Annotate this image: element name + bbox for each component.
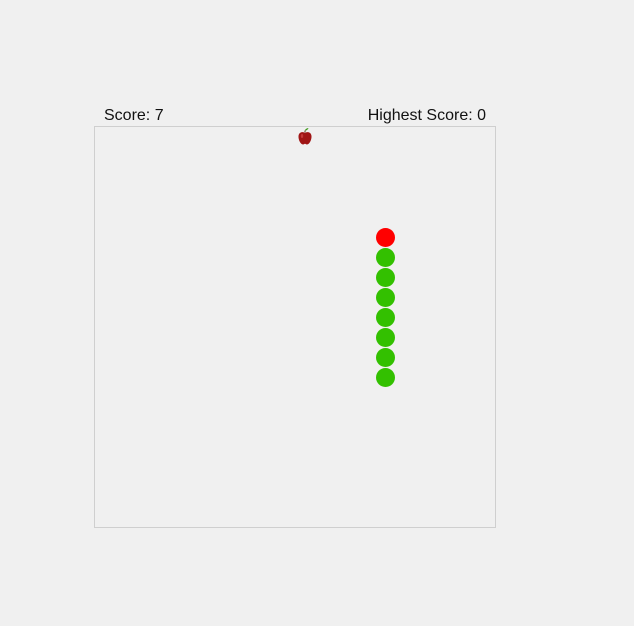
- snake-head: [375, 227, 395, 247]
- snake-body-segment-circle: [375, 247, 395, 267]
- snake-body-segment-circle: [375, 367, 395, 387]
- snake-body-segment: [375, 367, 395, 387]
- snake-body-segment: [375, 307, 395, 327]
- score-label: Score: 7: [104, 107, 164, 124]
- high-score-label: Highest Score: 0: [367, 107, 486, 124]
- snake-body-segment: [375, 347, 395, 367]
- snake-game-window: Score: 7 Highest Score: 0: [0, 0, 634, 626]
- snake-body-segment-circle: [375, 327, 395, 347]
- game-board[interactable]: [94, 126, 496, 528]
- snake-body-segment-circle: [375, 267, 395, 287]
- apple-icon: [295, 127, 315, 147]
- snake-head-circle: [375, 227, 395, 247]
- snake-body-segment: [375, 247, 395, 267]
- snake-body-segment-circle: [375, 307, 395, 327]
- snake-body-segment-circle: [375, 287, 395, 307]
- snake-body-segment: [375, 287, 395, 307]
- snake-body-segment: [375, 327, 395, 347]
- snake-body-segment: [375, 267, 395, 287]
- snake-body-segment-circle: [375, 347, 395, 367]
